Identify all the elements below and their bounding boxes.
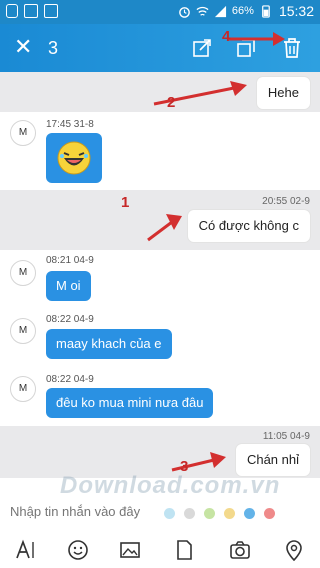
battery-icon <box>262 4 270 18</box>
arrow-3 <box>171 452 226 472</box>
camera-icon[interactable] <box>228 538 252 562</box>
avatar: M <box>10 260 36 286</box>
image-gallery-icon[interactable] <box>118 538 142 562</box>
arrow-4 <box>229 32 285 46</box>
message-timestamp: 08:22 04-9 <box>46 374 94 385</box>
share-icon[interactable] <box>190 36 214 60</box>
arrow-2 <box>153 81 247 106</box>
phone-icon <box>6 4 18 18</box>
location-icon[interactable] <box>282 538 306 562</box>
message-bubble-incoming[interactable]: maay khach của e <box>46 329 172 359</box>
color-dot-grey[interactable] <box>184 508 195 519</box>
color-dot-red[interactable] <box>264 508 275 519</box>
sticker-message[interactable] <box>46 133 102 183</box>
wifi-icon <box>196 6 209 16</box>
message-bubble-incoming[interactable]: đêu ko mua mini nưa đâu <box>46 388 214 418</box>
message-bubble-incoming[interactable]: M oi <box>46 271 91 301</box>
image-icon <box>24 4 38 18</box>
file-icon[interactable] <box>172 538 196 562</box>
message-bubble-outgoing[interactable]: Có được không c <box>187 210 310 242</box>
message-timestamp: 08:21 04-9 <box>46 255 94 266</box>
message-timestamp: 20:55 02-9 <box>262 196 310 207</box>
close-icon[interactable]: ✕ <box>14 36 32 58</box>
selection-action-bar: ✕ 3 4 <box>0 24 320 72</box>
annotation-1: 1 <box>121 194 130 211</box>
color-dot-green[interactable] <box>204 508 215 519</box>
signal-icon <box>214 5 226 17</box>
message-timestamp: 11:05 04-9 <box>262 431 310 442</box>
message-bubble-outgoing[interactable]: Hehe <box>256 77 310 109</box>
message-timestamp: 17:45 31-8 <box>46 119 94 130</box>
avatar: M <box>10 120 36 146</box>
message-timestamp: 08:22 04-9 <box>46 314 94 325</box>
clock: 15:32 <box>278 3 314 19</box>
selected-count: 3 <box>48 38 59 58</box>
status-bar: 66% 15:32 <box>0 0 320 24</box>
composer-toolbar <box>0 534 320 568</box>
color-dot-yellow[interactable] <box>224 508 235 519</box>
avatar: M <box>10 376 36 402</box>
color-dot-blue[interactable] <box>244 508 255 519</box>
emoji-icon[interactable] <box>66 538 90 562</box>
message-composer <box>0 494 320 524</box>
battery-percent: 66% <box>231 5 254 17</box>
avatar: M <box>10 318 36 344</box>
message-input[interactable] <box>10 500 160 522</box>
chat-messages[interactable]: Hehe 2 M 17:45 31-8 20:55 02-9 Có được k… <box>0 72 320 478</box>
alarm-icon <box>179 6 190 18</box>
color-dot-light-blue[interactable] <box>164 508 175 519</box>
text-format-icon[interactable] <box>14 538 38 562</box>
annotation-4: 4 <box>222 28 231 45</box>
annotation-2: 2 <box>167 94 176 111</box>
laughing-emoji-sticker-icon <box>57 141 91 175</box>
message-icon <box>44 4 58 18</box>
